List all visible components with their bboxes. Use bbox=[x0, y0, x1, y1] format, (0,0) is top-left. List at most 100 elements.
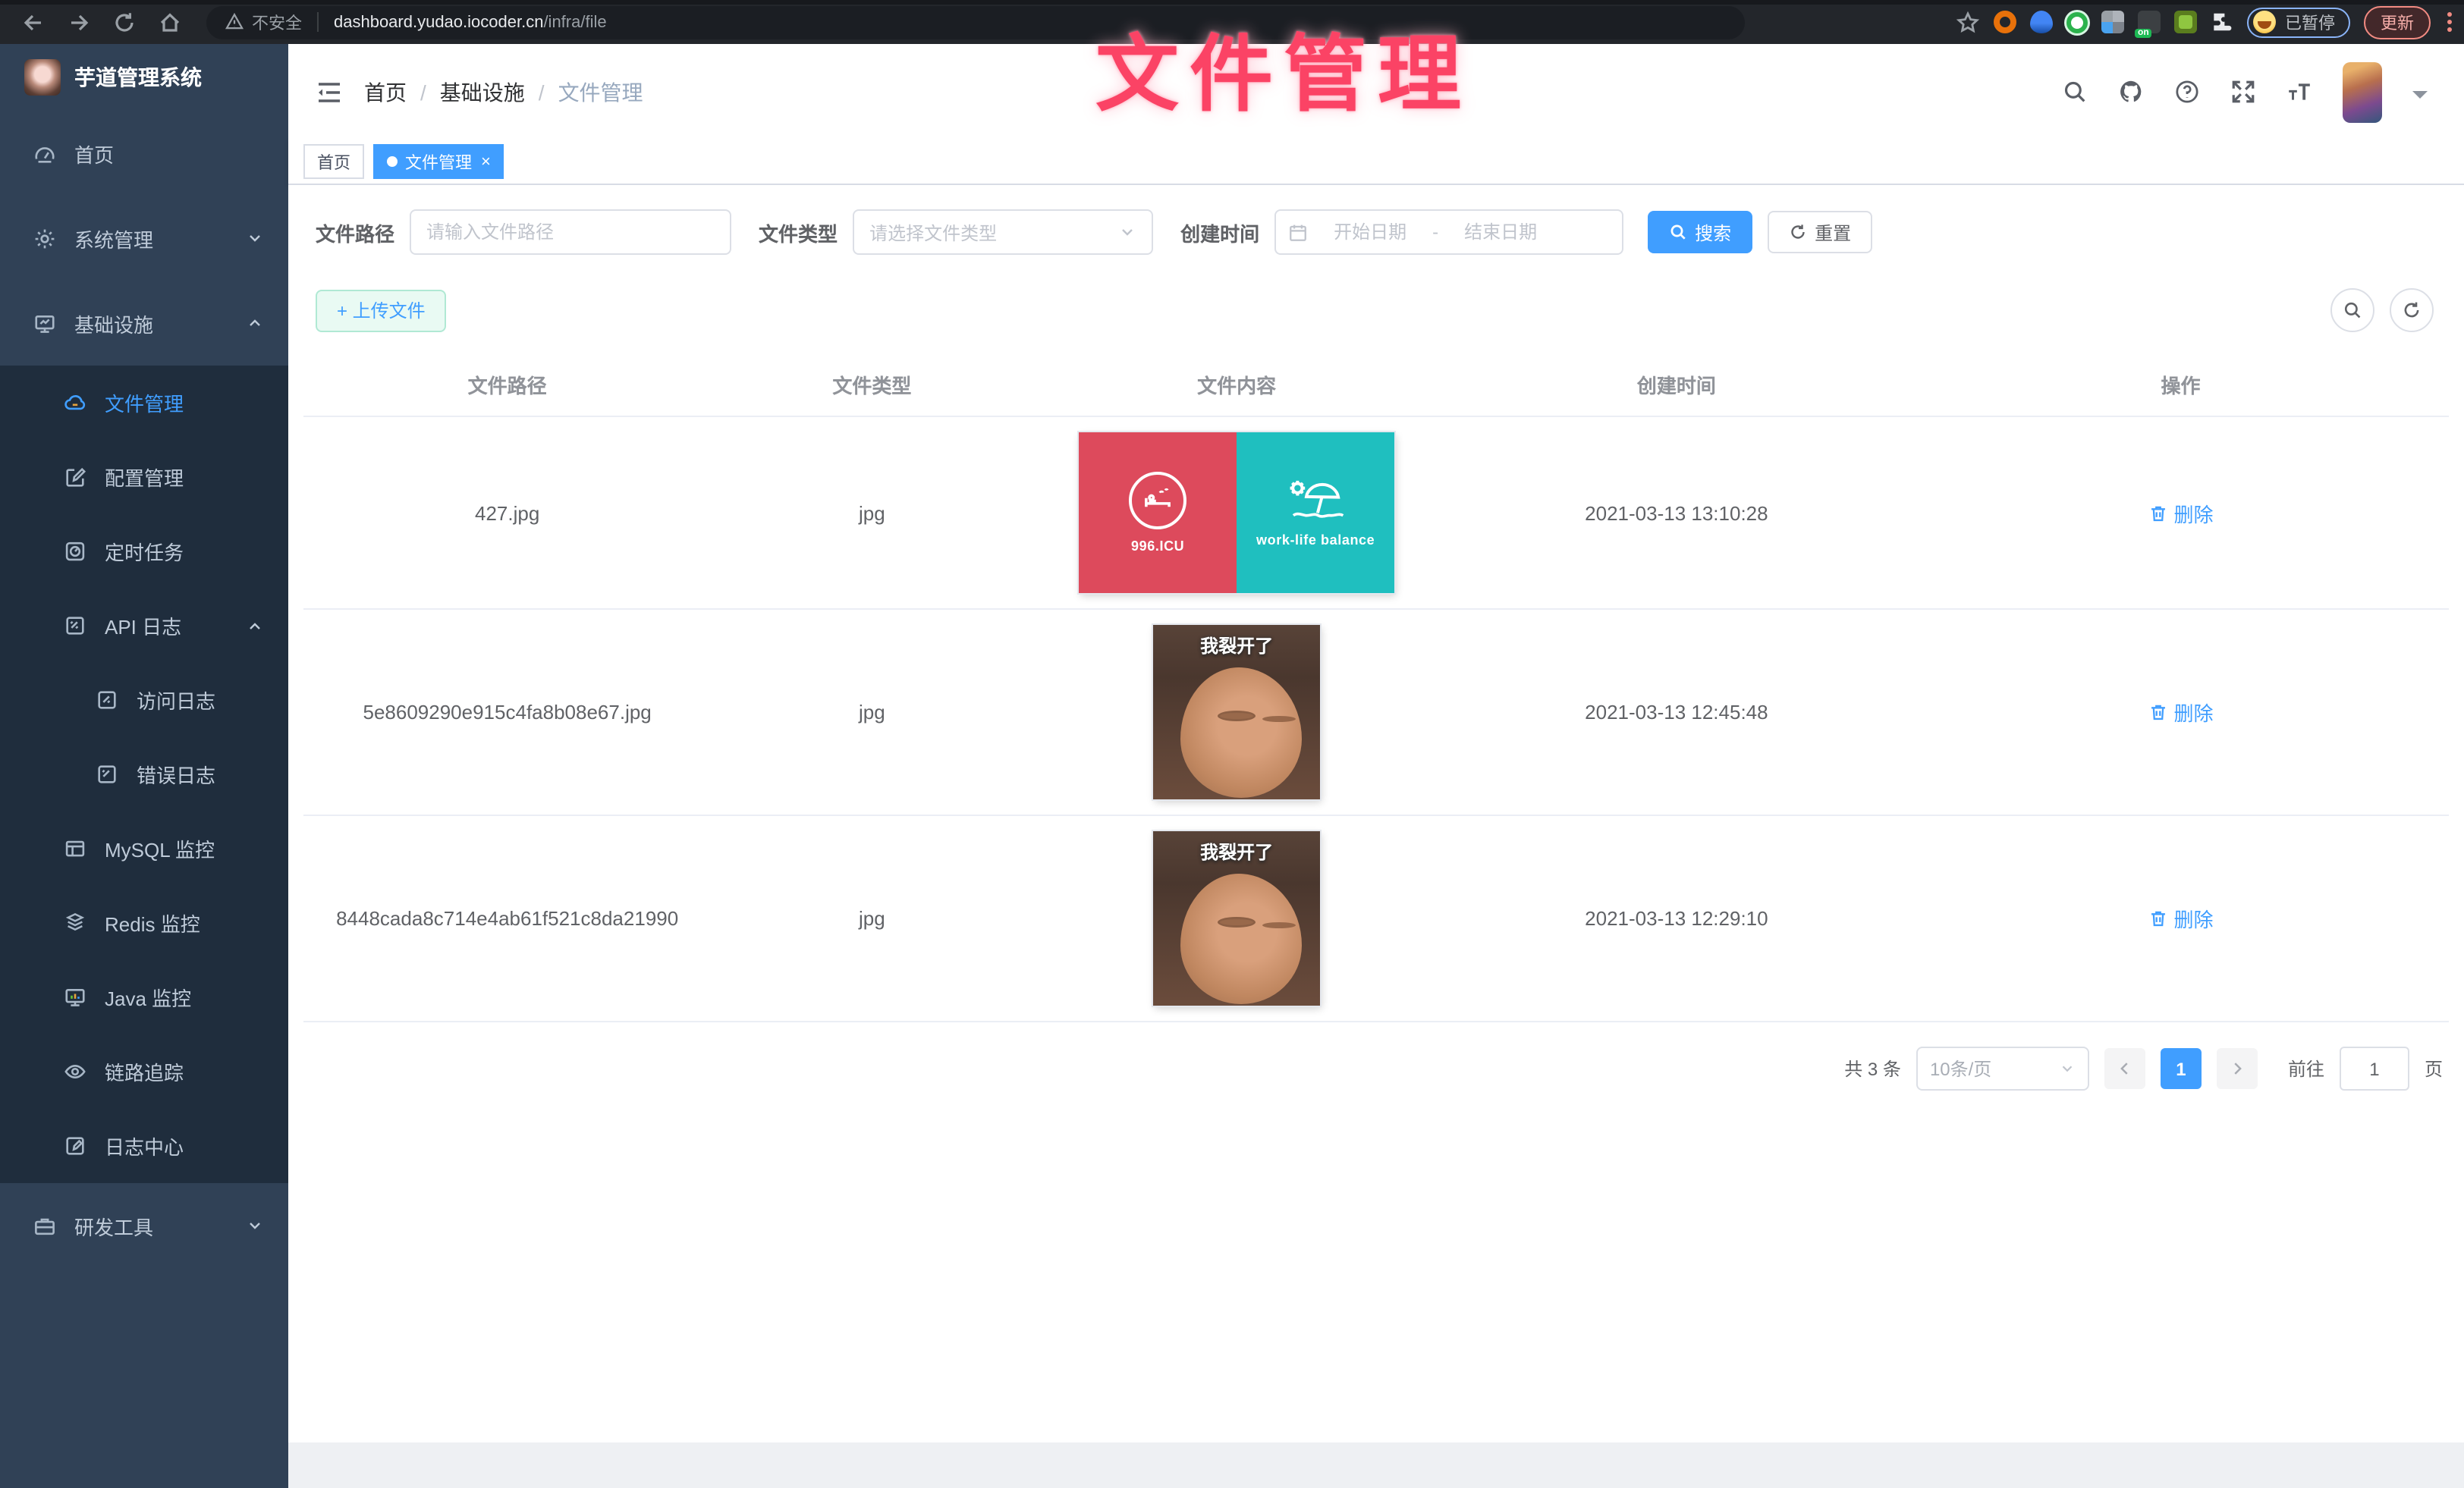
prev-page-button[interactable] bbox=[2104, 1048, 2145, 1089]
file-thumbnail-baby[interactable]: 我裂开了 bbox=[1153, 831, 1320, 1006]
toolbar-row: + 上传文件 bbox=[303, 288, 2449, 332]
caret-down-icon[interactable] bbox=[2412, 90, 2428, 105]
timer-icon bbox=[64, 540, 86, 563]
start-date-input[interactable] bbox=[1320, 220, 1420, 244]
tab-file-management[interactable]: 文件管理 × bbox=[373, 144, 504, 179]
thumb-996-right: work-life balance bbox=[1237, 432, 1394, 593]
sidebar-item-file-management[interactable]: 文件管理 bbox=[0, 366, 288, 440]
hamburger-icon[interactable] bbox=[316, 78, 343, 105]
thumb-baby-caption: 我裂开了 bbox=[1153, 633, 1320, 658]
sidebar-item-label: 定时任务 bbox=[105, 537, 184, 566]
file-thumbnail-baby[interactable]: 我裂开了 bbox=[1153, 625, 1320, 799]
cell-create-time: 2021-03-13 13:10:28 bbox=[1441, 416, 1912, 609]
delete-button[interactable]: 删除 bbox=[2148, 904, 2213, 933]
sidebar-item-config-management[interactable]: 配置管理 bbox=[0, 440, 288, 514]
sidebar-item-label: 访问日志 bbox=[137, 686, 215, 714]
profile-paused-chip[interactable]: 已暂停 bbox=[2247, 7, 2350, 37]
extension-grid-icon[interactable] bbox=[2101, 11, 2124, 33]
date-range-picker[interactable]: - bbox=[1274, 209, 1623, 255]
search-icon[interactable] bbox=[2062, 79, 2088, 105]
github-icon[interactable] bbox=[2118, 79, 2144, 105]
sidebar-item-dev-tools[interactable]: 研发工具 bbox=[0, 1183, 288, 1268]
font-size-icon[interactable] bbox=[2286, 79, 2312, 105]
extension-orange-icon[interactable] bbox=[1994, 11, 2016, 33]
file-thumbnail-996icu[interactable]: 996.ICU work-life balance bbox=[1079, 432, 1394, 593]
sidebar-item-infrastructure[interactable]: 基础设施 bbox=[0, 281, 288, 366]
user-avatar[interactable] bbox=[2343, 61, 2382, 122]
sidebar-item-scheduled-jobs[interactable]: 定时任务 bbox=[0, 514, 288, 589]
tab-close-icon[interactable]: × bbox=[481, 152, 491, 171]
cell-file-type: jpg bbox=[711, 609, 1032, 815]
extension-green-icon[interactable] bbox=[2066, 11, 2088, 33]
col-file-type: 文件类型 bbox=[711, 353, 1032, 416]
bookmark-star-icon[interactable] bbox=[1956, 10, 1980, 34]
refresh-table-button[interactable] bbox=[2390, 288, 2434, 332]
sidebar-item-system[interactable]: 系统管理 bbox=[0, 196, 288, 281]
sidebar-item-label: 链路追踪 bbox=[105, 1057, 184, 1086]
extension-leaf-icon[interactable] bbox=[2174, 11, 2197, 33]
home-icon[interactable] bbox=[158, 10, 182, 34]
sidebar-item-label: MySQL 监控 bbox=[105, 834, 215, 863]
page-number-1[interactable]: 1 bbox=[2161, 1048, 2202, 1089]
extension-on-icon[interactable] bbox=[2138, 11, 2161, 33]
log-center-icon bbox=[64, 1135, 86, 1157]
navbar: 首页 / 基础设施 / 文件管理 bbox=[288, 44, 2464, 140]
edit-square-icon bbox=[64, 466, 86, 488]
forward-icon[interactable] bbox=[67, 10, 91, 34]
sidebar-item-label: 首页 bbox=[74, 139, 114, 168]
sidebar-item-access-log[interactable]: 访问日志 bbox=[0, 663, 288, 737]
create-time-label: 创建时间 bbox=[1180, 218, 1259, 246]
thumb-996-text: 996.ICU bbox=[1131, 538, 1184, 554]
end-date-input[interactable] bbox=[1450, 220, 1551, 244]
breadcrumb-home[interactable]: 首页 bbox=[364, 77, 407, 107]
delete-button[interactable]: 删除 bbox=[2148, 498, 2213, 527]
back-icon[interactable] bbox=[21, 10, 46, 34]
reload-icon[interactable] bbox=[112, 10, 137, 34]
browser-menu-icon[interactable] bbox=[2447, 12, 2452, 32]
app-logo-row[interactable]: 芋道管理系统 bbox=[0, 44, 288, 111]
breadcrumb-infrastructure[interactable]: 基础设施 bbox=[440, 77, 525, 107]
sidebar-item-error-log[interactable]: 错误日志 bbox=[0, 737, 288, 811]
refresh-icon bbox=[2402, 300, 2422, 320]
screen: 不安全 dashboard.yudao.iocoder.cn/infra/fil… bbox=[0, 0, 2464, 1488]
chevron-up-icon bbox=[246, 617, 264, 635]
next-page-button[interactable] bbox=[2217, 1048, 2258, 1089]
delete-button[interactable]: 删除 bbox=[2148, 698, 2213, 727]
breadcrumb-separator: / bbox=[539, 80, 545, 104]
file-path-input[interactable] bbox=[410, 209, 731, 255]
file-type-select[interactable]: 请选择文件类型 bbox=[853, 209, 1153, 255]
sidebar-item-api-log[interactable]: API 日志 bbox=[0, 589, 288, 663]
toggle-search-button[interactable] bbox=[2330, 288, 2374, 332]
beach-umbrella-icon bbox=[1285, 478, 1346, 523]
trash-icon bbox=[2148, 909, 2167, 928]
sidebar-item-log-center[interactable]: 日志中心 bbox=[0, 1109, 288, 1183]
search-button[interactable]: 搜索 bbox=[1648, 211, 1752, 253]
table-row: 427.jpg jpg 996.ICU bbox=[303, 416, 2449, 609]
tab-home[interactable]: 首页 bbox=[303, 144, 364, 179]
goto-page-input[interactable] bbox=[2340, 1047, 2409, 1091]
help-icon[interactable] bbox=[2174, 79, 2200, 105]
extension-blue-icon[interactable] bbox=[2030, 11, 2053, 33]
browser-actions: 已暂停 更新 bbox=[1956, 5, 2464, 39]
sidebar-item-redis-monitor[interactable]: Redis 监控 bbox=[0, 886, 288, 960]
extensions-puzzle-icon[interactable] bbox=[2211, 11, 2233, 33]
sidebar-item-label: 基础设施 bbox=[74, 309, 153, 337]
sidebar-item-java-monitor[interactable]: Java 监控 bbox=[0, 960, 288, 1034]
page-unit-label: 页 bbox=[2425, 1056, 2443, 1081]
sidebar-item-trace[interactable]: 链路追踪 bbox=[0, 1034, 288, 1109]
profile-avatar-icon bbox=[2253, 11, 2276, 33]
security-warning[interactable]: 不安全 bbox=[225, 10, 302, 34]
upload-file-button[interactable]: + 上传文件 bbox=[316, 289, 447, 331]
sidebar-item-mysql-monitor[interactable]: MySQL 监控 bbox=[0, 811, 288, 886]
sidebar-item-home[interactable]: 首页 bbox=[0, 111, 288, 196]
page-size-select[interactable]: 10条/页 bbox=[1916, 1047, 2089, 1091]
refresh-icon bbox=[1789, 223, 1807, 241]
reset-button[interactable]: 重置 bbox=[1768, 211, 1872, 253]
browser-update-button[interactable]: 更新 bbox=[2364, 5, 2431, 39]
col-file-content: 文件内容 bbox=[1033, 353, 1441, 416]
fullscreen-icon[interactable] bbox=[2230, 79, 2256, 105]
infrastructure-submenu: 文件管理 配置管理 定时任务 API 日志 bbox=[0, 366, 288, 1183]
address-bar[interactable]: 不安全 dashboard.yudao.iocoder.cn/infra/fil… bbox=[206, 5, 1745, 39]
sidebar-item-label: 研发工具 bbox=[74, 1211, 153, 1240]
sidebar-item-label: 错误日志 bbox=[137, 760, 215, 789]
